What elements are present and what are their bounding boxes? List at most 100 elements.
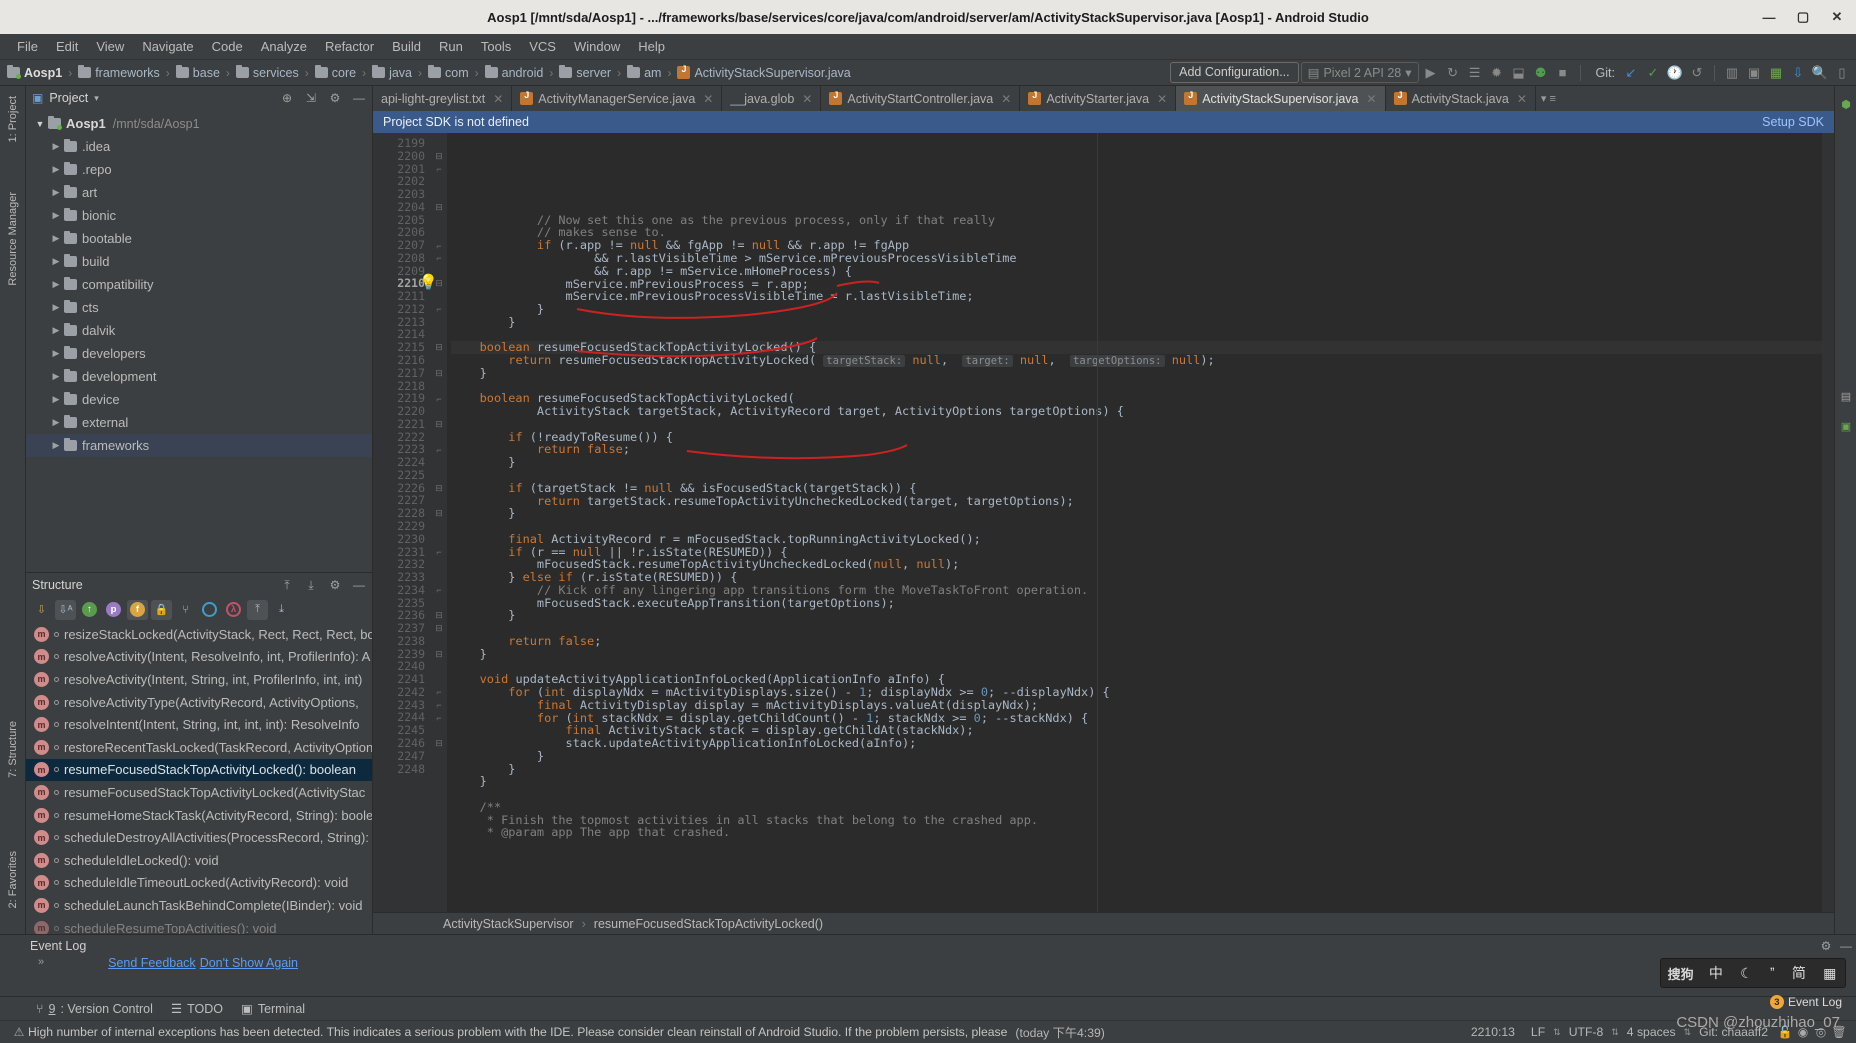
menu-vcs[interactable]: VCS: [520, 36, 565, 57]
ime-punctuation-icon[interactable]: ˮ: [1768, 965, 1777, 981]
menu-code[interactable]: Code: [203, 36, 252, 57]
breadcrumb-services[interactable]: services: [233, 65, 302, 81]
structure-item-selected[interactable]: m resumeFocusedStackTopActivityLocked(): …: [26, 758, 372, 782]
show-lambdas-icon[interactable]: λ: [223, 600, 244, 620]
git-history-icon[interactable]: 🕐: [1665, 63, 1685, 83]
git-commit-icon[interactable]: ✓: [1643, 63, 1663, 83]
device-file-explorer-icon[interactable]: ⇩: [1788, 63, 1808, 83]
intention-bulb-icon[interactable]: 💡: [419, 273, 438, 291]
sort-alphabetically-icon[interactable]: ⇩ᴬ: [55, 599, 76, 620]
fold-marker[interactable]: ⌐: [431, 546, 447, 559]
tool-window-version-control[interactable]: ⑂ 9: Version Control: [36, 1002, 153, 1016]
setup-sdk-link[interactable]: Setup SDK: [1762, 115, 1824, 129]
fold-marker[interactable]: ⊟: [431, 737, 447, 750]
tab-api-light-greylist[interactable]: api-light-greylist.txt ✕: [373, 86, 513, 111]
fold-marker[interactable]: [431, 533, 447, 546]
expand-arrow-icon[interactable]: ▶: [48, 279, 64, 290]
expand-log-icon[interactable]: »: [38, 956, 44, 968]
breadcrumb-am[interactable]: am: [624, 65, 664, 81]
tree-row[interactable]: ▶ .repo: [26, 158, 372, 181]
event-log-status-badge[interactable]: 3 Event Log: [1769, 995, 1842, 1009]
run-icon[interactable]: ▶: [1421, 63, 1441, 83]
fold-marker[interactable]: ⌐: [431, 443, 447, 456]
add-configuration-button[interactable]: Add Configuration...: [1170, 62, 1299, 83]
fold-marker[interactable]: [431, 635, 447, 648]
close-icon[interactable]: ✕: [703, 92, 713, 106]
settings-gear-icon[interactable]: ⚙: [326, 576, 344, 594]
show-fields-icon[interactable]: f: [127, 599, 148, 620]
breadcrumb-com[interactable]: com: [425, 65, 472, 81]
collapse-all-icon[interactable]: ⤓: [302, 576, 320, 594]
locate-icon[interactable]: ⊕: [278, 89, 296, 107]
fold-marker[interactable]: [431, 188, 447, 201]
rail-resource-manager-button[interactable]: Resource Manager: [0, 186, 26, 292]
fold-marker[interactable]: [431, 405, 447, 418]
menu-view[interactable]: View: [87, 36, 133, 57]
fold-marker[interactable]: [431, 214, 447, 227]
fold-marker[interactable]: ⌐: [431, 584, 447, 597]
structure-item[interactable]: m scheduleResumeTopActivities(): void: [26, 917, 372, 934]
expand-arrow-icon[interactable]: ▶: [48, 394, 64, 405]
expand-arrow-icon[interactable]: ▶: [48, 371, 64, 382]
avd-manager-icon[interactable]: ▥: [1722, 63, 1742, 83]
code-content[interactable]: // Now set this one as the previous proc…: [447, 133, 1822, 912]
chevron-down-icon[interactable]: ▾: [94, 93, 99, 104]
tree-row[interactable]: ▶ development: [26, 365, 372, 388]
breadcrumb-base[interactable]: base: [173, 65, 223, 81]
git-update-icon[interactable]: ↙: [1621, 63, 1641, 83]
fold-marker[interactable]: [431, 290, 447, 303]
menu-tools[interactable]: Tools: [472, 36, 520, 57]
structure-item[interactable]: m resumeFocusedStackTopActivityLocked(Act…: [26, 781, 372, 804]
sort-by-visibility-icon[interactable]: ⇩: [31, 600, 52, 620]
structure-item[interactable]: m resizeStackLocked(ActivityStack, Rect, …: [26, 623, 372, 646]
code-folding-column[interactable]: 💡 ⊟ ⌐ ⊟ ⌐ ⌐ ⊟ ⌐ ⊟ ⊟ ⌐ ⊟ ⌐ ⊟ ⊟ ⌐ ⌐ ⊟ ⊟ ⊟ ⌐ ⌐ ⌐ ⊟: [419, 133, 447, 912]
fold-marker[interactable]: ⊟: [431, 622, 447, 635]
fold-marker[interactable]: ⌐: [431, 303, 447, 316]
expand-arrow-icon[interactable]: ▶: [48, 141, 64, 152]
expand-arrow-icon[interactable]: ▶: [48, 417, 64, 428]
tree-row[interactable]: ▶ bootable: [26, 227, 372, 250]
tab-activity-starter[interactable]: ActivityStarter.java ✕: [1020, 86, 1177, 111]
rail-structure-button[interactable]: 7: Structure: [0, 715, 26, 784]
breadcrumb-file[interactable]: ActivityStackSupervisor.java: [674, 64, 853, 81]
tab-activity-start-controller[interactable]: ActivityStartController.java ✕: [821, 86, 1021, 111]
profile-icon[interactable]: ⚉: [1531, 63, 1551, 83]
file-encoding[interactable]: UTF-8: [1561, 1025, 1612, 1039]
fold-marker[interactable]: [431, 380, 447, 393]
fold-marker[interactable]: ⊟: [431, 150, 447, 163]
tree-row-root[interactable]: ▼ Aosp1 /mnt/sda/Aosp1: [26, 112, 372, 135]
expand-arrow-icon[interactable]: ▶: [48, 302, 64, 313]
hide-panel-icon[interactable]: —: [350, 89, 368, 107]
maximize-icon[interactable]: ▢: [1788, 2, 1818, 32]
tree-row[interactable]: ▶ .idea: [26, 135, 372, 158]
fold-marker[interactable]: [431, 520, 447, 533]
fold-marker[interactable]: [431, 328, 447, 341]
dont-show-again-link[interactable]: Don't Show Again: [200, 956, 298, 970]
ime-language-bar[interactable]: 搜狗 中 ☾ ˮ 简 ▦: [1660, 958, 1846, 988]
structure-item[interactable]: m scheduleIdleTimeoutLocked(ActivityRecor…: [26, 872, 372, 895]
scroll-from-source-icon[interactable]: ⤒: [247, 599, 268, 620]
breadcrumb-method[interactable]: resumeFocusedStackTopActivityLocked(): [594, 917, 823, 931]
fold-marker[interactable]: [431, 469, 447, 482]
breadcrumb-core[interactable]: core: [312, 65, 359, 81]
fold-marker[interactable]: ⌐: [431, 239, 447, 252]
fold-marker[interactable]: ⌐: [431, 686, 447, 699]
fold-marker[interactable]: [431, 226, 447, 239]
error-stripe-markers[interactable]: [1822, 133, 1834, 912]
breadcrumb-frameworks[interactable]: frameworks: [75, 65, 163, 81]
structure-item[interactable]: m resolveActivity(Intent, ResolveInfo, in…: [26, 646, 372, 669]
line-separator[interactable]: LF: [1523, 1025, 1553, 1039]
ime-chinese-mode[interactable]: 中: [1707, 963, 1725, 983]
hide-panel-icon[interactable]: —: [1836, 937, 1856, 955]
fold-marker[interactable]: ⌐: [431, 392, 447, 405]
tree-row[interactable]: ▶ compatibility: [26, 273, 372, 296]
breadcrumb-project[interactable]: Aosp1: [4, 65, 65, 81]
structure-item[interactable]: m resolveActivityType(ActivityRecord, Act…: [26, 691, 372, 714]
menu-refactor[interactable]: Refactor: [316, 36, 383, 57]
expand-arrow-icon[interactable]: ▶: [48, 187, 64, 198]
apply-code-changes-icon[interactable]: ☰: [1465, 63, 1485, 83]
fold-marker[interactable]: [431, 558, 447, 571]
show-non-public-icon[interactable]: 🔒: [151, 599, 172, 620]
breadcrumb-server[interactable]: server: [556, 65, 614, 81]
project-tree[interactable]: ▼ Aosp1 /mnt/sda/Aosp1 ▶ .idea ▶ .repo ▶ ar…: [26, 110, 372, 572]
